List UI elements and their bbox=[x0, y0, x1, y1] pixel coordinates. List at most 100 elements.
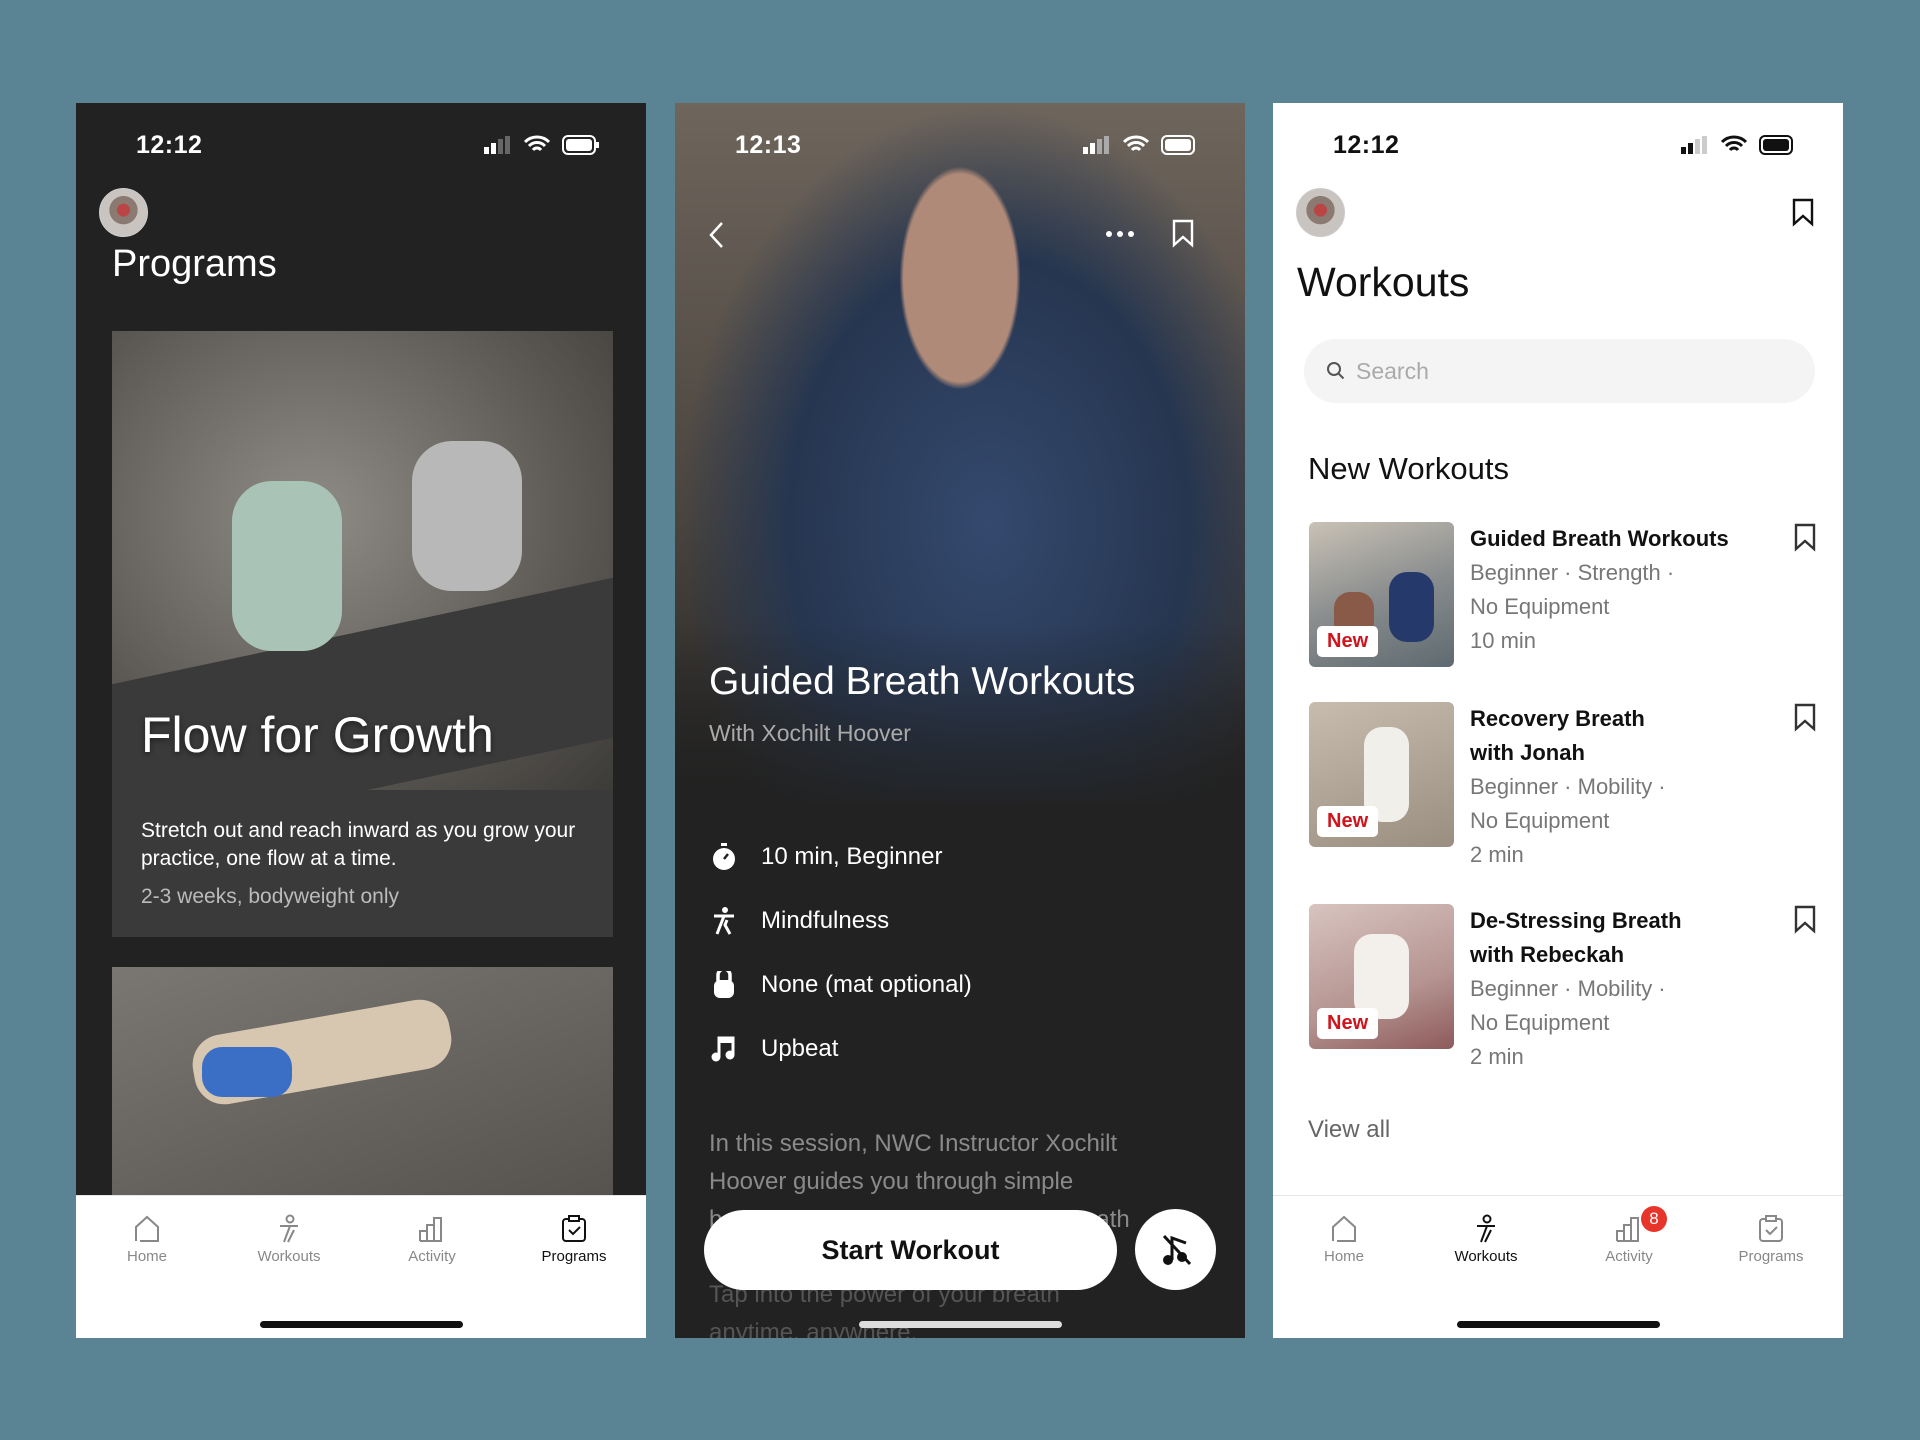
home-indicator bbox=[1457, 1321, 1660, 1328]
search-placeholder: Search bbox=[1356, 357, 1429, 384]
status-icons bbox=[1681, 135, 1797, 155]
search-input[interactable]: Search bbox=[1304, 339, 1815, 403]
status-time: 12:12 bbox=[1333, 131, 1400, 159]
workout-instructor: With Xochilt Hoover bbox=[709, 720, 911, 746]
section-title: New Workouts bbox=[1308, 451, 1509, 486]
tab-programs[interactable]: Programs bbox=[1711, 1214, 1831, 1265]
workout-duration: 10 min bbox=[1470, 628, 1537, 653]
workout-info: Recovery Breath with Jonah Beginner · Mobi… bbox=[1470, 702, 1760, 872]
bookmark-icon[interactable] bbox=[1791, 197, 1815, 227]
start-workout-button[interactable]: Start Workout bbox=[704, 1210, 1117, 1290]
signal-icon bbox=[1681, 136, 1707, 154]
tab-home[interactable]: Home bbox=[87, 1214, 207, 1265]
tab-programs[interactable]: Programs bbox=[514, 1214, 634, 1265]
workout-thumbnail: New bbox=[1309, 702, 1454, 847]
workout-thumbnail: New bbox=[1309, 904, 1454, 1049]
status-icons bbox=[484, 135, 600, 155]
programs-icon bbox=[559, 1214, 589, 1244]
music-note-icon bbox=[711, 1036, 735, 1062]
signal-icon bbox=[484, 136, 510, 154]
programs-screen: 12:12 Programs Flow for Growth Stretch o… bbox=[76, 103, 646, 1338]
tab-home[interactable]: Home bbox=[1284, 1214, 1404, 1265]
tab-label: Programs bbox=[1738, 1248, 1804, 1265]
tab-label: Programs bbox=[541, 1248, 607, 1265]
featured-program-image[interactable]: Flow for Growth bbox=[112, 331, 613, 790]
status-time: 12:13 bbox=[735, 131, 802, 159]
description-line: Hoover guides you through simple bbox=[709, 1168, 1074, 1195]
workout-info: De-Stressing Breath with Rebeckah Beginner… bbox=[1470, 904, 1760, 1074]
search-icon bbox=[1327, 362, 1345, 380]
avatar[interactable] bbox=[99, 188, 148, 237]
kettlebell-icon bbox=[714, 971, 734, 998]
workout-title: Guided Breath Workouts bbox=[709, 660, 1136, 703]
more-options-icon[interactable] bbox=[1105, 229, 1135, 239]
feature-equipment: None (mat optional) bbox=[711, 971, 972, 999]
tab-workouts[interactable]: Workouts bbox=[1426, 1214, 1546, 1265]
workouts-screen: 12:12 Workouts Search New Workouts New G… bbox=[1273, 103, 1843, 1338]
tab-label: Activity bbox=[1605, 1248, 1653, 1265]
feature-duration: 10 min, Beginner bbox=[711, 843, 942, 871]
workout-equipment: No Equipment bbox=[1470, 808, 1610, 833]
tab-workouts[interactable]: Workouts bbox=[229, 1214, 349, 1265]
workout-list-item[interactable]: New Recovery Breath with Jonah Beginner · … bbox=[1309, 702, 1809, 867]
feature-type: Mindfulness bbox=[711, 907, 889, 935]
workout-title: Guided Breath Workouts bbox=[1470, 526, 1729, 551]
tab-activity[interactable]: Activity bbox=[372, 1214, 492, 1265]
workout-meta: Beginner · Strength · bbox=[1470, 560, 1675, 585]
program-meta: 2-3 weeks, bodyweight only bbox=[141, 885, 399, 908]
program-description-box: Stretch out and reach inward as you grow… bbox=[112, 790, 613, 937]
workout-duration: 2 min bbox=[1470, 1044, 1524, 1069]
workout-list-item[interactable]: New Guided Breath Workouts Beginner · Str… bbox=[1309, 522, 1809, 672]
signal-icon bbox=[1083, 136, 1109, 154]
feature-label: None (mat optional) bbox=[761, 971, 972, 998]
wifi-icon bbox=[1721, 135, 1747, 152]
new-badge: New bbox=[1317, 626, 1379, 657]
programs-icon bbox=[1756, 1214, 1786, 1244]
workout-title: De-Stressing Breath bbox=[1470, 908, 1682, 933]
workouts-icon bbox=[274, 1214, 304, 1244]
tab-bar: Home Workouts Activity Programs bbox=[76, 1195, 646, 1338]
workout-detail-screen: 12:13 Guided Breath Workouts With Xochil… bbox=[675, 103, 1245, 1338]
avatar[interactable] bbox=[1296, 188, 1345, 237]
workout-list-item[interactable]: New De-Stressing Breath with Rebeckah Begi… bbox=[1309, 904, 1809, 1069]
tab-label: Workouts bbox=[257, 1248, 321, 1265]
bookmark-icon[interactable] bbox=[1793, 904, 1817, 934]
workout-equipment: No Equipment bbox=[1470, 594, 1610, 619]
feature-label: Upbeat bbox=[761, 1035, 839, 1062]
workouts-icon bbox=[1471, 1214, 1501, 1244]
program-image-2[interactable] bbox=[112, 967, 613, 1207]
workout-thumbnail: New bbox=[1309, 522, 1454, 667]
home-indicator bbox=[859, 1321, 1062, 1328]
status-icons bbox=[1083, 135, 1199, 155]
workout-info: Guided Breath Workouts Beginner · Strengt… bbox=[1470, 522, 1760, 658]
program-title: Flow for Growth bbox=[141, 707, 494, 763]
bookmark-icon[interactable] bbox=[1793, 702, 1817, 732]
back-chevron-icon[interactable] bbox=[707, 221, 727, 249]
page-title: Workouts bbox=[1297, 259, 1470, 305]
feature-label: Mindfulness bbox=[761, 907, 890, 934]
bookmark-icon[interactable] bbox=[1171, 218, 1195, 248]
activity-icon bbox=[417, 1214, 447, 1244]
home-icon bbox=[132, 1214, 162, 1244]
activity-figure-icon bbox=[714, 907, 734, 935]
workout-title-line2: with Rebeckah bbox=[1470, 942, 1625, 967]
home-indicator bbox=[260, 1321, 463, 1328]
tab-label: Activity bbox=[408, 1248, 456, 1265]
music-off-icon bbox=[1162, 1234, 1191, 1265]
bookmark-icon[interactable] bbox=[1793, 522, 1817, 552]
music-toggle-button[interactable] bbox=[1135, 1209, 1216, 1290]
description-line: In this session, NWC Instructor Xochilt bbox=[709, 1130, 1118, 1157]
view-all-link[interactable]: View all bbox=[1308, 1116, 1390, 1144]
workout-equipment: No Equipment bbox=[1470, 1010, 1610, 1035]
notification-badge: 8 bbox=[1641, 1206, 1667, 1232]
program-description: Stretch out and reach inward as you grow… bbox=[141, 819, 576, 870]
feature-music: Upbeat bbox=[711, 1035, 838, 1063]
tab-label: Home bbox=[126, 1248, 167, 1265]
tab-label: Home bbox=[1323, 1248, 1364, 1265]
home-icon bbox=[1329, 1214, 1359, 1244]
activity-icon bbox=[1614, 1214, 1644, 1244]
workout-title-line2: with Jonah bbox=[1470, 740, 1585, 765]
workout-meta: Beginner · Mobility · bbox=[1470, 976, 1666, 1001]
tab-label: Workouts bbox=[1454, 1248, 1518, 1265]
tab-activity[interactable]: Activity 8 bbox=[1569, 1206, 1689, 1265]
